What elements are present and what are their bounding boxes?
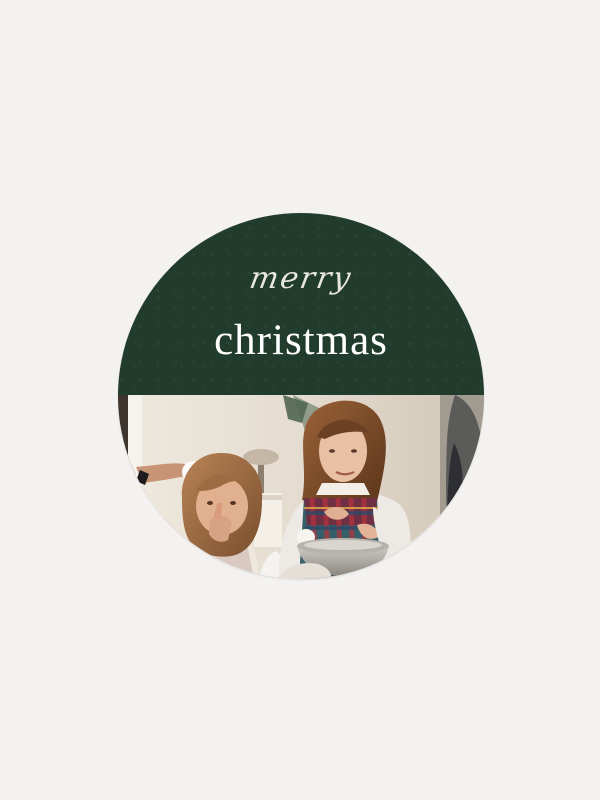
green-band: merry christmas <box>118 213 484 395</box>
headline: christmas <box>214 317 388 364</box>
family-photo <box>118 395 484 579</box>
christmas-sticker: merry christmas <box>118 213 484 579</box>
script-word: merry <box>246 261 356 296</box>
